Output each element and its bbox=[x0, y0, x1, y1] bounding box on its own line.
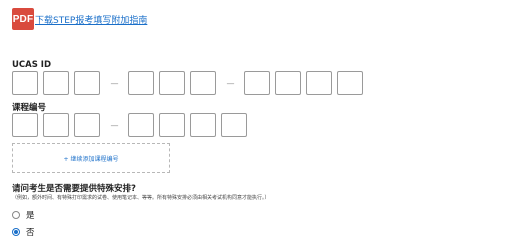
add-course-code-button[interactable]: + 继续添加课程编号 bbox=[12, 143, 170, 173]
course-code-label: 课程编号 bbox=[12, 103, 47, 113]
radio-no[interactable] bbox=[12, 228, 20, 236]
radio-no-label: 否 bbox=[26, 228, 35, 238]
ucas-digit-box[interactable] bbox=[159, 71, 185, 95]
ucas-digit-box[interactable] bbox=[43, 71, 69, 95]
radio-option-yes[interactable]: 是 bbox=[12, 209, 35, 221]
pdf-download-row[interactable]: PDF 下载STEP报考填写附加指南 bbox=[12, 8, 147, 30]
pdf-icon: PDF bbox=[12, 8, 34, 30]
separator-dash: — bbox=[226, 78, 235, 88]
radio-yes[interactable] bbox=[12, 211, 20, 219]
ucas-digit-box[interactable] bbox=[74, 71, 100, 95]
course-digit-box[interactable] bbox=[159, 113, 185, 137]
separator-dash: — bbox=[110, 120, 119, 130]
radio-yes-label: 是 bbox=[26, 211, 35, 221]
separator-dash: — bbox=[110, 78, 119, 88]
pdf-guide-link[interactable]: 下载STEP报考填写附加指南 bbox=[35, 13, 147, 26]
special-arrangements-hint: （例如，额外时间、有特殊打印需求的试卷、使用笔记本、等等。所有特殊安排必须由相关… bbox=[12, 195, 270, 201]
ucas-id-inputs: — — bbox=[12, 71, 368, 95]
add-course-code-label: + 继续添加课程编号 bbox=[63, 155, 119, 163]
course-digit-box[interactable] bbox=[221, 113, 247, 137]
course-code-inputs: — bbox=[12, 113, 252, 137]
course-digit-box[interactable] bbox=[12, 113, 38, 137]
ucas-digit-box[interactable] bbox=[190, 71, 216, 95]
course-digit-box[interactable] bbox=[190, 113, 216, 137]
ucas-digit-box[interactable] bbox=[244, 71, 270, 95]
ucas-digit-box[interactable] bbox=[306, 71, 332, 95]
ucas-digit-box[interactable] bbox=[337, 71, 363, 95]
course-digit-box[interactable] bbox=[128, 113, 154, 137]
ucas-digit-box[interactable] bbox=[12, 71, 38, 95]
ucas-id-label: UCAS ID bbox=[12, 60, 52, 70]
ucas-digit-box[interactable] bbox=[128, 71, 154, 95]
course-digit-box[interactable] bbox=[43, 113, 69, 137]
special-arrangements-question: 请问考生是否需要提供特殊安排? bbox=[12, 184, 136, 194]
course-digit-box[interactable] bbox=[74, 113, 100, 137]
ucas-digit-box[interactable] bbox=[275, 71, 301, 95]
radio-option-no[interactable]: 否 bbox=[12, 226, 35, 238]
